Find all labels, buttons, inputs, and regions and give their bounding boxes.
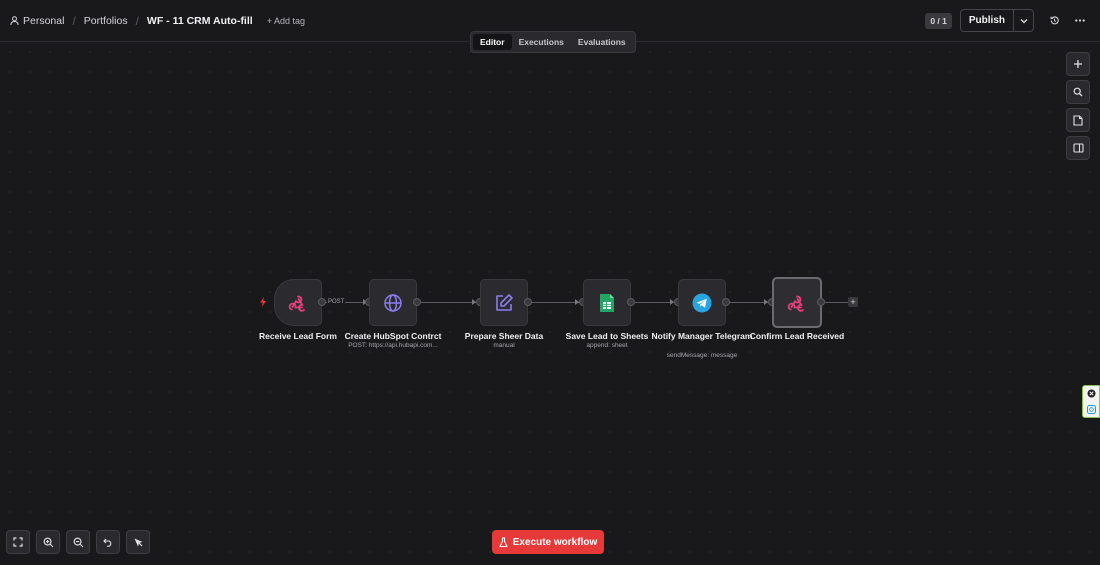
node-title: Create HubSpot Contrct xyxy=(344,331,442,341)
undo-icon xyxy=(103,538,112,547)
extension-logo-icon xyxy=(1086,404,1096,414)
webhook-icon xyxy=(288,295,305,312)
zoom-out-icon xyxy=(73,537,83,547)
execute-workflow-button[interactable]: Execute workflow xyxy=(492,530,604,554)
tab-executions[interactable]: Executions xyxy=(512,34,571,50)
node-output-port[interactable] xyxy=(722,298,730,306)
zoom-out-button[interactable] xyxy=(66,530,90,554)
node-output-port[interactable] xyxy=(413,298,421,306)
add-node-button[interactable] xyxy=(1066,52,1090,76)
add-sticky-note-button[interactable] xyxy=(1066,108,1090,132)
workflow-name[interactable]: WF - 11 CRM Auto-fill xyxy=(147,15,253,27)
execute-workflow-label: Execute workflow xyxy=(512,536,598,548)
sheets-icon xyxy=(600,293,614,312)
search-icon xyxy=(1073,87,1083,97)
pointer-mode-button[interactable] xyxy=(126,530,150,554)
more-options-button[interactable] xyxy=(1074,15,1086,27)
node-confirm-lead-received[interactable] xyxy=(772,277,822,328)
breadcrumb-personal-label: Personal xyxy=(23,14,65,27)
person-icon xyxy=(10,15,19,25)
panel-icon xyxy=(1072,143,1084,153)
view-tabs: Editor Executions Evaluations xyxy=(470,31,636,53)
node-save-lead-to-sheets[interactable] xyxy=(583,279,631,326)
publish-group: Publish xyxy=(959,9,1034,32)
sticky-note-icon xyxy=(1073,114,1083,126)
flask-icon xyxy=(499,536,508,547)
canvas-zoom-controls xyxy=(6,530,156,554)
node-subtitle: append: sheet xyxy=(586,342,628,349)
node-title: Prepare Sheer Data xyxy=(464,331,544,341)
publish-button[interactable]: Publish xyxy=(961,10,1013,31)
globe-icon xyxy=(384,293,402,312)
node-title: Confirm Lead Received xyxy=(749,331,845,341)
node-notify-manager-telegram[interactable] xyxy=(678,279,726,326)
publish-dropdown-button[interactable] xyxy=(1013,10,1033,31)
breadcrumb-separator: / xyxy=(72,13,76,28)
undo-button[interactable] xyxy=(96,530,120,554)
history-icon xyxy=(1049,16,1059,25)
node-output-port[interactable] xyxy=(318,298,326,306)
connection-label: POST xyxy=(327,299,346,305)
connection-line[interactable] xyxy=(421,302,476,303)
tab-evaluations[interactable]: Evaluations xyxy=(571,34,633,50)
node-create-hubspot-contact[interactable] xyxy=(369,279,417,326)
more-horizontal-icon xyxy=(1075,19,1085,22)
node-prepare-sheet-data[interactable] xyxy=(480,279,528,326)
header-actions: 0 / 1 Publish xyxy=(925,9,1086,32)
telegram-icon xyxy=(692,293,712,312)
plus-icon xyxy=(1074,60,1082,68)
connection-line xyxy=(825,302,848,303)
connection-line[interactable] xyxy=(730,302,768,303)
breadcrumb-personal[interactable]: Personal xyxy=(10,15,64,27)
add-tag-button[interactable]: + Add tag xyxy=(267,16,305,26)
add-next-node-button[interactable]: + xyxy=(848,297,858,307)
activation-counter: 0 / 1 xyxy=(925,12,952,29)
connection-line[interactable] xyxy=(532,302,579,303)
workflow-canvas[interactable] xyxy=(0,42,1100,565)
fit-view-button[interactable] xyxy=(6,530,30,554)
close-icon xyxy=(1087,389,1095,398)
toggle-panel-button[interactable] xyxy=(1066,136,1090,160)
node-receive-lead-form[interactable] xyxy=(274,279,322,326)
history-button[interactable] xyxy=(1048,15,1060,27)
floating-extension-widget[interactable] xyxy=(1082,385,1100,418)
cursor-icon xyxy=(134,538,142,546)
connection-line[interactable] xyxy=(635,302,674,303)
tab-editor[interactable]: Editor xyxy=(473,34,512,50)
zoom-in-button[interactable] xyxy=(36,530,60,554)
edit-icon xyxy=(496,293,513,311)
node-subtitle: sendMessage: message xyxy=(666,352,738,359)
node-output-port[interactable] xyxy=(817,298,825,306)
fit-view-icon xyxy=(13,537,23,547)
trigger-bolt-icon xyxy=(260,297,266,307)
canvas-side-tools xyxy=(1066,52,1090,164)
node-output-port[interactable] xyxy=(627,298,635,306)
node-output-port[interactable] xyxy=(524,298,532,306)
webhook-icon xyxy=(787,295,804,312)
breadcrumb-separator: / xyxy=(135,13,139,28)
breadcrumb-portfolios[interactable]: Portfolios xyxy=(84,15,128,27)
chevron-down-icon xyxy=(1020,18,1027,23)
zoom-in-icon xyxy=(43,537,53,547)
search-nodes-button[interactable] xyxy=(1066,80,1090,104)
